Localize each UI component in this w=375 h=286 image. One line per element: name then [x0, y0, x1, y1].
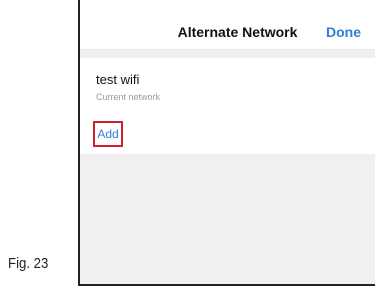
navigation-bar: Alternate Network Done	[80, 0, 375, 50]
current-network-label: Current network	[96, 92, 161, 102]
done-button[interactable]: Done	[326, 24, 361, 40]
add-network-button[interactable]: Add	[93, 121, 123, 147]
add-label: Add	[97, 127, 119, 141]
phone-screen: Alternate Network Done test wifi Current…	[78, 0, 375, 286]
figure-label: Fig. 23	[8, 255, 49, 272]
current-network-name: test wifi	[96, 72, 140, 87]
network-section: test wifi Current network Add	[80, 58, 375, 154]
